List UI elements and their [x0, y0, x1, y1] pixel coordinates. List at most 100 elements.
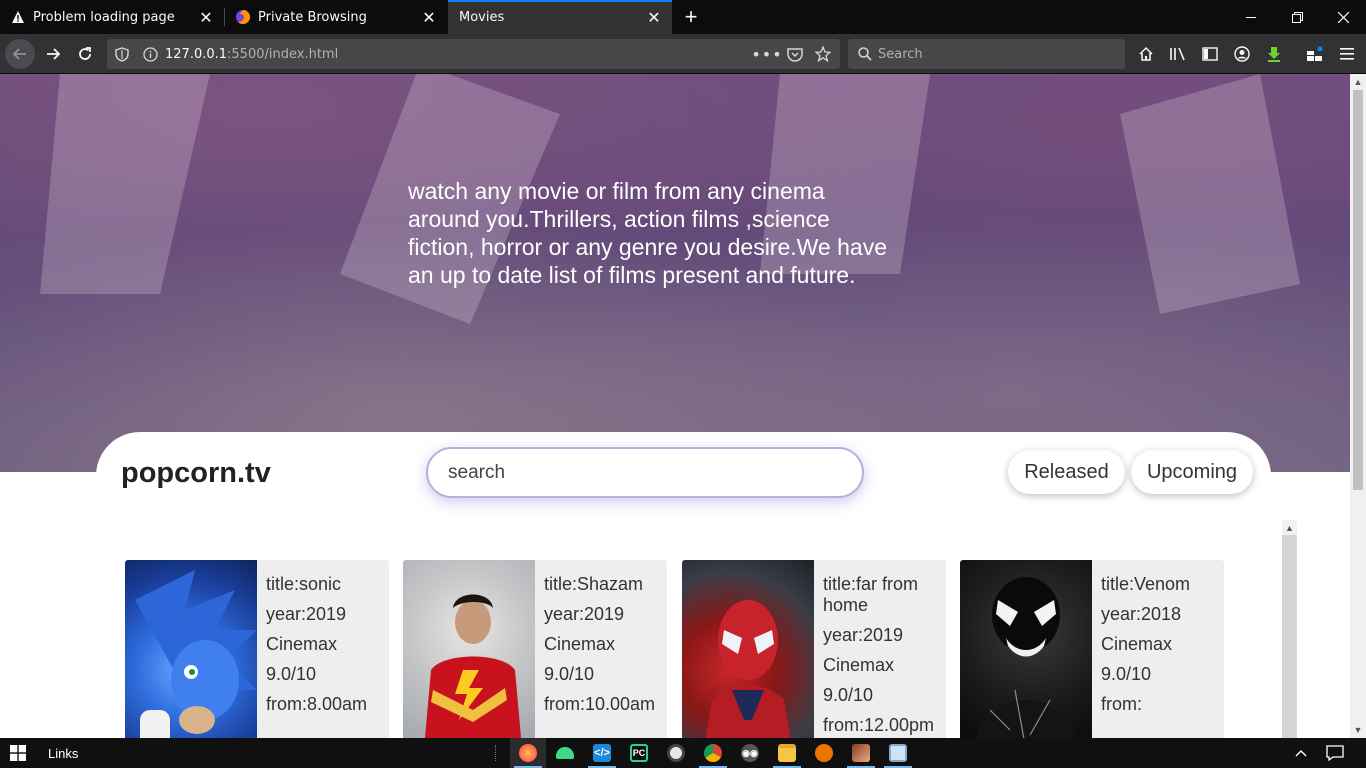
firefox-icon: [519, 744, 537, 762]
scroll-up-arrow-icon[interactable]: ▲: [1350, 74, 1366, 90]
movie-year: year:2019: [266, 604, 347, 624]
sidebar-icon[interactable]: [1199, 43, 1221, 65]
movie-card[interactable]: title:far from home year:2019 Cinemax 9.…: [682, 560, 946, 738]
toolbar-divider-icon: [494, 738, 496, 768]
download-icon[interactable]: [1263, 43, 1285, 65]
taskbar-remote-desktop[interactable]: [880, 738, 916, 768]
movie-showtime: from:12.00pm: [823, 715, 935, 735]
menu-icon[interactable]: [1336, 43, 1358, 65]
tab-private-browsing[interactable]: Private Browsing ✕: [225, 0, 447, 34]
movie-title: title:Venom: [1101, 574, 1191, 594]
blender-icon: [815, 744, 833, 762]
movie-poster: [125, 560, 257, 738]
taskbar-android-studio[interactable]: [547, 738, 583, 768]
vscode-icon: </>: [593, 744, 611, 762]
taskbar-file-explorer[interactable]: [769, 738, 805, 768]
forward-arrow-icon: [47, 48, 61, 60]
tab-title: Movies: [459, 9, 505, 25]
library-icon[interactable]: [1167, 43, 1189, 65]
tab-problem-loading[interactable]: Problem loading page ✕: [0, 0, 224, 34]
firefox-icon: [235, 9, 251, 25]
chrome-icon: [704, 744, 722, 762]
movie-card[interactable]: title:Venom year:2018 Cinemax 9.0/10 fro…: [960, 560, 1224, 738]
movie-rating: 9.0/10: [266, 664, 317, 684]
movie-poster: [682, 560, 814, 738]
movie-rating: 9.0/10: [544, 664, 595, 684]
taskbar-blender[interactable]: [806, 738, 842, 768]
page-scrollbar[interactable]: ▲ ▼: [1350, 74, 1366, 738]
hero-description: watch any movie or film from any cinema …: [408, 178, 887, 288]
movie-cinema: Cinemax: [1101, 634, 1173, 654]
movie-showtime: from:8.00am: [266, 694, 368, 714]
movie-info: title:far from home year:2019 Cinemax 9.…: [823, 574, 943, 738]
android-icon: [556, 747, 574, 759]
pycharm-icon: PC: [630, 744, 648, 762]
page-actions-icon[interactable]: •••: [751, 43, 781, 65]
movie-cinema: Cinemax: [544, 634, 616, 654]
windows-icon: [10, 745, 26, 761]
start-button[interactable]: [0, 738, 36, 768]
links-toolbar[interactable]: Links: [48, 738, 98, 768]
taskbar-app-eyes[interactable]: ◉◉: [732, 738, 768, 768]
shield-icon[interactable]: [111, 43, 133, 65]
restore-button[interactable]: [1274, 0, 1320, 34]
close-tab-icon[interactable]: ✕: [644, 7, 664, 27]
new-tab-button[interactable]: +: [678, 4, 704, 30]
scroll-down-arrow-icon[interactable]: ▼: [1350, 722, 1366, 738]
hero-banner: watch any movie or film from any cinema …: [0, 74, 1350, 472]
close-tab-icon[interactable]: ✕: [196, 7, 216, 27]
show-hidden-icons-button[interactable]: [1288, 738, 1314, 768]
monitor-icon: [889, 744, 907, 762]
movie-title: title:sonic: [266, 574, 342, 594]
url-text[interactable]: 127.0.0.1:5500/index.html: [165, 47, 338, 62]
home-icon[interactable]: [1135, 43, 1157, 65]
taskbar-chrome[interactable]: [695, 738, 731, 768]
scrollbar-thumb[interactable]: [1353, 90, 1363, 490]
browser-search-field[interactable]: Search: [848, 39, 1125, 69]
movie-info: title:Venom year:2018 Cinemax 9.0/10 fro…: [1101, 574, 1221, 724]
pocket-icon[interactable]: [784, 43, 806, 65]
page-viewport: watch any movie or film from any cinema …: [0, 74, 1350, 738]
movie-rating: 9.0/10: [823, 685, 874, 705]
tab-movies[interactable]: Movies ✕: [448, 0, 672, 34]
taskbar-vscode[interactable]: </>: [584, 738, 620, 768]
chevron-up-icon: [1295, 750, 1307, 757]
action-center-button[interactable]: [1320, 738, 1350, 768]
movie-cinema: Cinemax: [266, 634, 338, 654]
eyes-icon: ◉◉: [741, 744, 759, 762]
warning-icon: [10, 9, 26, 25]
movie-info: title:Shazam year:2019 Cinemax 9.0/10 fr…: [544, 574, 664, 724]
reload-button[interactable]: [70, 39, 100, 69]
movie-cinema: Cinemax: [823, 655, 895, 675]
notification-icon: [1326, 745, 1344, 761]
info-icon[interactable]: [139, 43, 161, 65]
close-tab-icon[interactable]: ✕: [419, 7, 439, 27]
taskbar-photo-app[interactable]: [843, 738, 879, 768]
browser-search-placeholder: Search: [878, 46, 923, 62]
forward-button[interactable]: [38, 39, 68, 69]
movie-card[interactable]: title:sonic year:2019 Cinemax 9.0/10 fro…: [125, 560, 389, 738]
search-icon: [854, 43, 876, 65]
taskbar-media-player[interactable]: [658, 738, 694, 768]
address-bar[interactable]: 127.0.0.1:5500/index.html •••: [107, 39, 840, 69]
movie-year: year:2019: [544, 604, 625, 624]
movie-list-scrollbar[interactable]: ▲: [1282, 520, 1297, 738]
close-window-button[interactable]: [1320, 0, 1366, 34]
taskbar: Links </> PC ◉◉: [0, 738, 1366, 768]
extensions-icon[interactable]: [1304, 43, 1326, 65]
taskbar-pycharm[interactable]: PC: [621, 738, 657, 768]
bookmark-star-icon[interactable]: [812, 43, 834, 65]
back-button[interactable]: [5, 39, 35, 69]
movie-rating: 9.0/10: [1101, 664, 1152, 684]
account-icon[interactable]: [1231, 43, 1253, 65]
taskbar-firefox[interactable]: [510, 738, 546, 768]
movie-info: title:sonic year:2019 Cinemax 9.0/10 fro…: [266, 574, 386, 724]
tab-strip: Problem loading page ✕ Private Browsing …: [0, 0, 1366, 34]
nav-toolbar: 127.0.0.1:5500/index.html ••• Search: [0, 34, 1366, 74]
movie-title: title:far from home: [823, 574, 919, 615]
movie-poster: [960, 560, 1092, 738]
tab-title: Private Browsing: [258, 9, 367, 25]
minimize-button[interactable]: [1228, 0, 1274, 34]
scroll-up-arrow-icon[interactable]: ▲: [1282, 520, 1297, 535]
movie-card[interactable]: title:Shazam year:2019 Cinemax 9.0/10 fr…: [403, 560, 667, 738]
